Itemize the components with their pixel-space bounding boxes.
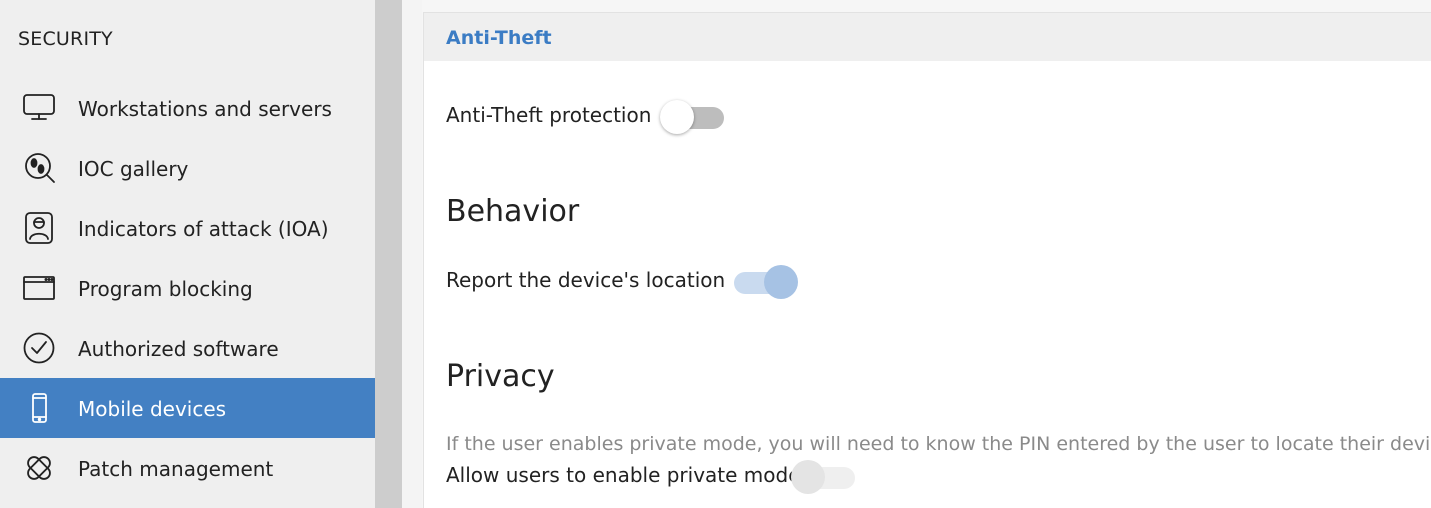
report-location-toggle[interactable] xyxy=(730,264,798,300)
private-mode-toggle[interactable] xyxy=(791,459,859,495)
content-margin xyxy=(402,0,422,508)
report-location-label: Report the device's location xyxy=(446,268,726,292)
sidebar-item-label: Mobile devices xyxy=(78,397,227,421)
sidebar-item-label: Patch management xyxy=(78,457,274,481)
anti-theft-protection-toggle[interactable] xyxy=(660,99,728,135)
behavior-heading: Behavior xyxy=(446,194,580,229)
card-header: Anti-Theft xyxy=(424,13,1431,61)
sidebar-item-label: Program blocking xyxy=(78,277,253,301)
sidebar-item-mobile-devices[interactable]: Mobile devices xyxy=(0,378,375,438)
monitor-icon xyxy=(22,92,56,124)
window-icon xyxy=(22,272,56,304)
mobile-phone-icon xyxy=(22,392,56,424)
sidebar-item-authorized-software[interactable]: Authorized software xyxy=(0,318,375,378)
footprints-search-icon xyxy=(22,152,56,184)
sidebar-item-label: Workstations and servers xyxy=(78,97,332,121)
hacker-badge-icon xyxy=(22,212,56,244)
check-circle-icon xyxy=(22,332,56,364)
toggle-knob xyxy=(791,460,825,494)
anti-theft-card: Anti-Theft Anti-Theft protection Behavio… xyxy=(423,12,1431,508)
sidebar-heading: SECURITY xyxy=(18,28,113,50)
sidebar-item-program-blocking[interactable]: Program blocking xyxy=(0,258,375,318)
anti-theft-protection-label: Anti-Theft protection xyxy=(446,103,652,127)
toggle-knob xyxy=(660,100,694,134)
sidebar-item-label: IOC gallery xyxy=(78,157,189,181)
sidebar-scrollbar[interactable] xyxy=(375,0,402,508)
bandage-icon xyxy=(22,452,56,484)
sidebar-item-workstations-and-servers[interactable]: Workstations and servers xyxy=(0,78,375,138)
sidebar-item-patch-management[interactable]: Patch management xyxy=(0,438,375,498)
sidebar-item-indicators-of-attack[interactable]: Indicators of attack (IOA) xyxy=(0,198,375,258)
card-title: Anti-Theft xyxy=(446,27,552,49)
toggle-knob xyxy=(764,265,798,299)
sidebar-item-label: Authorized software xyxy=(78,337,279,361)
sidebar: SECURITY Workstations and servers IOC ga… xyxy=(0,0,375,508)
private-mode-label: Allow users to enable private mode xyxy=(446,463,801,487)
sidebar-item-label: Indicators of attack (IOA) xyxy=(78,217,329,241)
private-mode-note: If the user enables private mode, you wi… xyxy=(446,433,1431,455)
sidebar-item-ioc-gallery[interactable]: IOC gallery xyxy=(0,138,375,198)
privacy-heading: Privacy xyxy=(446,359,555,394)
